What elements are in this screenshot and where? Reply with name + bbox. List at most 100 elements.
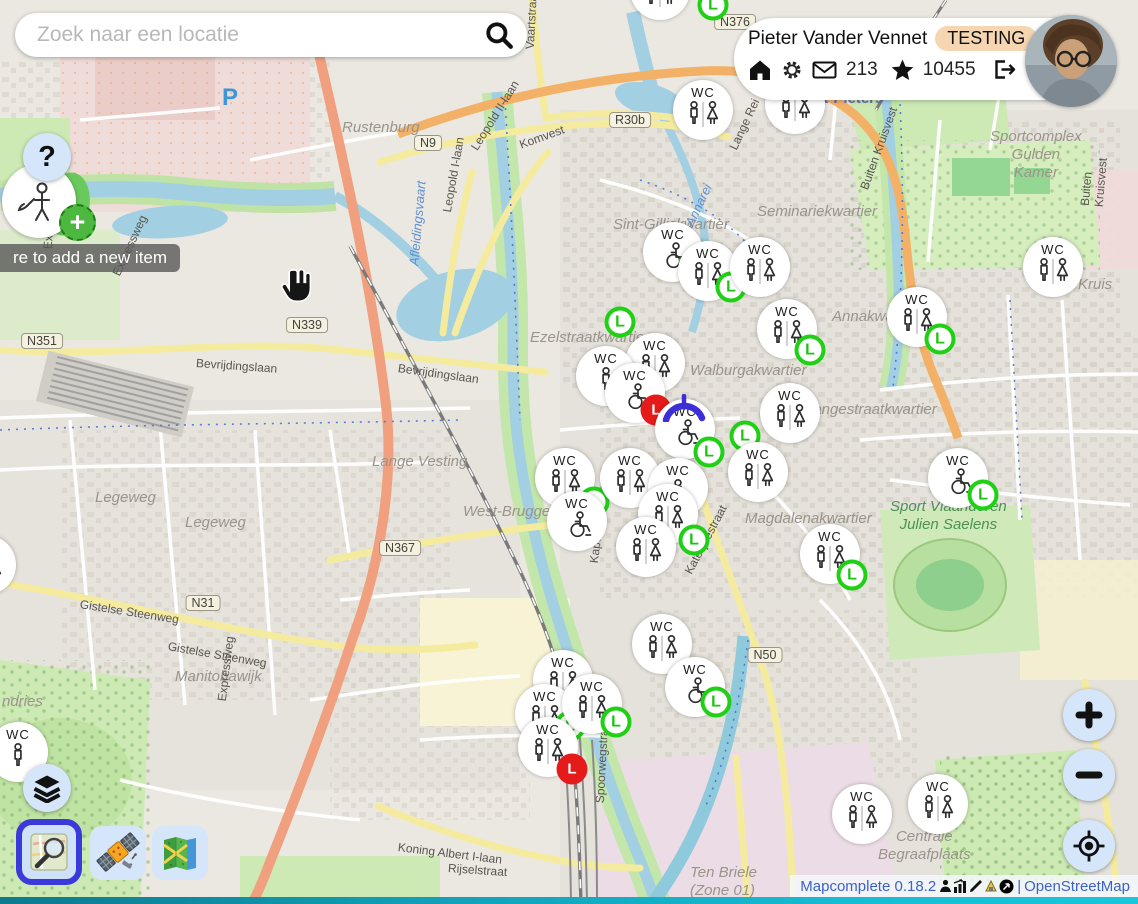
basemap-osm-button[interactable] xyxy=(16,819,82,885)
osm-map-icon xyxy=(28,831,70,873)
wc-marker-pair[interactable]: WC xyxy=(908,774,968,834)
wc-marker-label: WC xyxy=(553,454,577,467)
gear-icon[interactable] xyxy=(781,59,803,81)
attribution-icon xyxy=(999,879,1014,894)
last-edit-badge-green[interactable]: L xyxy=(601,707,632,738)
pair-figure-icon xyxy=(739,461,777,493)
wc-marker-label: WC xyxy=(691,86,715,99)
wc-marker-label: WC xyxy=(683,663,707,676)
pair-figure-icon xyxy=(641,0,679,11)
openstreetmap-link[interactable]: OpenStreetMap xyxy=(1024,878,1130,895)
osm-stats-icons xyxy=(939,879,1014,894)
marker-layer: WCLWCWCWCWCWCLWCLWCLWCLWCWCWCLWCLLWCWCLW… xyxy=(0,0,1138,904)
theme-color-bar xyxy=(0,897,1138,904)
last-edit-badge-green[interactable]: L xyxy=(679,525,710,556)
mapcomplete-version-link[interactable]: Mapcomplete 0.18.2 xyxy=(800,878,936,895)
pair-figure-icon xyxy=(684,99,722,131)
wc-marker-label: WC xyxy=(618,454,642,467)
last-edit-badge-green[interactable]: L xyxy=(605,307,636,338)
user-name: Pieter Vander Vennet xyxy=(748,28,927,50)
wc-marker-pair[interactable]: WC xyxy=(0,535,16,595)
satellite-icon xyxy=(96,832,140,874)
last-edit-badge-green[interactable]: L xyxy=(925,324,956,355)
testing-badge: TESTING xyxy=(935,26,1037,51)
wc-marker-pair[interactable]: WC xyxy=(630,0,690,20)
last-edit-badge-green[interactable]: L xyxy=(698,0,729,21)
last-edit-badge-green[interactable]: L xyxy=(837,560,868,591)
pair-figure-icon xyxy=(843,803,881,835)
pair-figure-icon xyxy=(611,467,649,499)
pair-figure-icon xyxy=(1034,256,1072,288)
wc-marker-pair[interactable]: WC xyxy=(673,80,733,140)
wc-marker-pair[interactable]: WC xyxy=(832,784,892,844)
basemap-satellite-button[interactable] xyxy=(90,826,146,880)
pair-figure-icon xyxy=(919,793,957,825)
wheelchair-figure-icon xyxy=(558,510,596,542)
messages-count: 213 xyxy=(846,59,878,81)
wc-marker-label: WC xyxy=(673,405,697,418)
wc-marker-label: WC xyxy=(533,690,557,703)
add-item-tooltip: re to add a new item xyxy=(0,244,180,272)
avatar[interactable] xyxy=(1025,15,1117,107)
logout-icon[interactable] xyxy=(991,58,1016,81)
add-new-item-button[interactable]: + xyxy=(59,204,96,241)
wc-marker-label: WC xyxy=(946,454,970,467)
search-bar xyxy=(15,13,527,57)
last-edit-badge-green[interactable]: L xyxy=(795,335,826,366)
wc-marker-label: WC xyxy=(775,305,799,318)
last-edit-badge-red[interactable]: L xyxy=(557,754,588,785)
wc-marker-label: WC xyxy=(536,723,560,736)
pair-figure-icon xyxy=(771,402,809,434)
wc-marker-label: WC xyxy=(661,228,685,241)
pair-figure-icon xyxy=(0,554,5,586)
wc-marker-label: WC xyxy=(656,490,680,503)
pair-figure-icon xyxy=(741,256,779,288)
stats-icon xyxy=(953,879,968,893)
pair-figure-icon xyxy=(627,536,665,568)
layers-button[interactable] xyxy=(23,764,71,812)
wc-marker-label: WC xyxy=(850,790,874,803)
last-edit-badge-green[interactable]: L xyxy=(968,480,999,511)
wc-marker-pair[interactable]: WC xyxy=(728,442,788,502)
pair-figure-icon xyxy=(643,633,681,665)
wc-marker-label: WC xyxy=(650,620,674,633)
mapcomplete-app: Brugge- Sint-PietersRustenburgSint-Gilli… xyxy=(0,0,1138,904)
wc-marker-label: WC xyxy=(643,339,667,352)
attribution-bar: Mapcomplete 0.18.2 | OpenStreetMap xyxy=(790,875,1138,897)
search-input[interactable] xyxy=(35,22,484,48)
wc-marker-wheelchair[interactable]: WC xyxy=(547,491,607,551)
translate-icon xyxy=(984,879,998,893)
star-icon xyxy=(891,59,914,81)
wc-marker-label: WC xyxy=(1041,243,1065,256)
wc-marker-pair[interactable]: WC xyxy=(1023,237,1083,297)
wc-marker-label: WC xyxy=(594,352,618,365)
mail-icon[interactable] xyxy=(812,60,837,80)
attribution-separator: | xyxy=(1017,878,1021,895)
wc-marker-label: WC xyxy=(905,293,929,306)
folded-map-icon xyxy=(159,833,201,873)
wc-marker-label: WC xyxy=(696,247,720,260)
wc-marker-label: WC xyxy=(634,523,658,536)
wc-marker-pair[interactable]: WC xyxy=(616,517,676,577)
wc-marker-label: WC xyxy=(748,243,772,256)
wc-marker-pair[interactable]: WC xyxy=(760,383,820,443)
wc-marker-label: WC xyxy=(926,780,950,793)
wc-marker-label: WC xyxy=(778,389,802,402)
geolocate-button[interactable] xyxy=(1063,820,1115,872)
home-icon[interactable] xyxy=(748,59,772,81)
pencil-icon xyxy=(969,879,983,893)
wc-marker-pair[interactable]: WC xyxy=(730,237,790,297)
wc-marker-label: WC xyxy=(666,464,690,477)
help-button[interactable]: ? xyxy=(23,133,71,181)
user-icon xyxy=(939,879,952,893)
last-edit-badge-green[interactable]: L xyxy=(701,687,732,718)
basemap-carto-button[interactable] xyxy=(152,826,208,880)
last-edit-badge-green[interactable]: L xyxy=(694,437,725,468)
wc-marker-label: WC xyxy=(6,728,30,741)
wc-marker-label: WC xyxy=(746,448,770,461)
search-icon[interactable] xyxy=(484,20,514,50)
zoom-out-button[interactable] xyxy=(1063,749,1115,801)
wc-marker-label: WC xyxy=(580,680,604,693)
wc-marker-label: WC xyxy=(818,530,842,543)
zoom-in-button[interactable] xyxy=(1063,689,1115,741)
